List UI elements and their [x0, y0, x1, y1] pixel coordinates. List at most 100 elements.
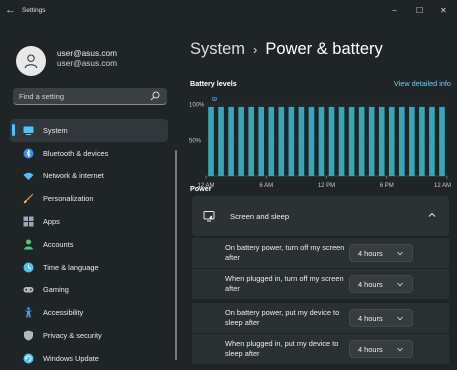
power-setting-label: When plugged in, turn off my screen afte…	[225, 274, 344, 293]
dropdown-value: 4 hours	[358, 280, 383, 289]
account-subtitle: user@asus.com	[57, 58, 118, 68]
x-tick-label: 12 AM	[434, 183, 451, 189]
timeout-dropdown[interactable]: 4 hours	[349, 244, 413, 262]
timeout-dropdown[interactable]: 4 hours	[349, 340, 413, 358]
avatar[interactable]	[16, 46, 46, 76]
sidebar-item-system[interactable]: System	[10, 119, 168, 142]
chevron-up-icon[interactable]	[427, 210, 437, 220]
sidebar-item-accounts[interactable]: Accounts	[10, 233, 168, 256]
sidebar-item-label: System	[43, 125, 68, 135]
power-setting-label: On battery power, put my device to sleep…	[225, 308, 340, 327]
sidebar-item-bluetooth-and-devices[interactable]: Bluetooth & devices	[10, 142, 168, 165]
x-tick-label: 6 PM	[380, 183, 394, 189]
search-input[interactable]	[19, 90, 149, 102]
battery-bar	[268, 106, 275, 176]
search-icon[interactable]	[150, 91, 160, 101]
sidebar: user@asus.com user@asus.com System Blueto…	[0, 24, 177, 364]
apps-icon	[23, 216, 34, 227]
sidebar-item-label: Accessibility	[43, 308, 84, 318]
sidebar-item-label: Personalization	[43, 194, 94, 204]
sidebar-scrollbar[interactable]	[175, 150, 177, 360]
accessibility-icon	[23, 307, 34, 318]
search-box[interactable]	[13, 88, 167, 105]
back-arrow-icon[interactable]: ←	[5, 4, 16, 16]
power-setting-label: When plugged in, put my device to sleep …	[225, 339, 339, 358]
battery-bar	[238, 106, 244, 176]
battery-bar	[318, 106, 325, 176]
sidebar-item-gaming[interactable]: Gaming	[10, 279, 168, 302]
sidebar-item-label: Privacy & security	[43, 331, 102, 341]
close-icon[interactable]: ✕	[440, 6, 447, 15]
shield-icon	[23, 330, 34, 341]
sidebar-item-label: Bluetooth & devices	[43, 148, 109, 158]
battery-bar	[258, 106, 265, 176]
y-tick-label: 100%	[189, 103, 205, 109]
battery-bar	[308, 106, 315, 176]
nav-list: System Bluetooth & devices Network & inter…	[10, 119, 168, 370]
bluetooth-icon	[23, 148, 34, 159]
monitor-icon	[23, 125, 34, 136]
battery-bar	[358, 106, 365, 176]
battery-bar	[419, 106, 425, 176]
timeout-dropdown[interactable]: 4 hours	[349, 275, 413, 293]
chevron-down-icon	[397, 347, 403, 352]
battery-bar	[278, 106, 285, 176]
globe-clock-icon	[23, 262, 34, 273]
battery-level-chart: 100%50%ϖ12 AM 6 AM 12 PM 6 PM 12 AM	[189, 96, 451, 189]
battery-bar	[378, 106, 385, 176]
sidebar-item-label: Gaming	[43, 285, 69, 295]
person-icon	[23, 239, 34, 250]
power-setting-row: When plugged in, turn off my screen afte…	[192, 268, 449, 299]
battery-bar	[388, 106, 395, 176]
person-icon	[24, 54, 38, 69]
sidebar-item-label: Apps	[43, 217, 60, 227]
title-bar: ← Settings − ☐ ✕	[0, 0, 457, 24]
battery-bar	[328, 106, 335, 176]
dropdown-value: 4 hours	[358, 345, 383, 354]
update-icon	[23, 353, 34, 364]
sidebar-item-windows-update[interactable]: Windows Update	[10, 347, 168, 370]
page-title: Power & battery	[265, 40, 383, 58]
battery-bar	[208, 106, 214, 176]
sidebar-item-network-and-internet[interactable]: Network & internet	[10, 165, 168, 188]
battery-bar	[288, 106, 295, 176]
sidebar-item-privacy-and-security[interactable]: Privacy & security	[10, 324, 168, 347]
chevron-down-icon	[397, 316, 403, 321]
dropdown-value: 4 hours	[358, 314, 383, 323]
wifi-icon	[23, 170, 34, 181]
battery-bar	[248, 106, 254, 176]
power-setting-row: When plugged in, put my device to sleep …	[192, 333, 449, 364]
account-email: user@asus.com	[57, 48, 118, 58]
battery-bar	[298, 106, 305, 176]
screen-sleep-icon	[203, 211, 215, 222]
battery-levels-heading: Battery levels	[190, 79, 237, 88]
sidebar-item-apps[interactable]: Apps	[10, 210, 168, 233]
sidebar-item-personalization[interactable]: Personalization	[10, 187, 168, 210]
battery-bar	[338, 106, 345, 176]
battery-bar	[409, 106, 415, 176]
x-tick-label: 6 AM	[259, 183, 273, 189]
active-indicator	[12, 124, 15, 136]
battery-bar	[228, 106, 234, 176]
gamepad-icon	[23, 284, 34, 295]
timeout-dropdown[interactable]: 4 hours	[349, 309, 413, 327]
battery-bar	[348, 106, 355, 176]
power-heading: Power	[190, 184, 212, 193]
screen-and-sleep-header[interactable]: Screen and sleep	[192, 196, 449, 236]
maximize-icon[interactable]: ☐	[416, 6, 423, 15]
battery-bar	[218, 106, 224, 176]
battery-bar	[399, 106, 405, 176]
charging-plug-icon: ϖ	[212, 96, 217, 103]
power-setting-row: On battery power, put my device to sleep…	[192, 302, 449, 333]
breadcrumb-parent[interactable]: System	[190, 40, 245, 58]
chevron-right-icon: ›	[253, 42, 258, 57]
minimize-icon[interactable]: −	[392, 6, 397, 15]
sidebar-item-time-and-language[interactable]: Time & language	[10, 256, 168, 279]
power-setting-row: On battery power, turn off my screen aft…	[192, 237, 449, 268]
screen-and-sleep-title: Screen and sleep	[230, 212, 290, 221]
sidebar-item-accessibility[interactable]: Accessibility	[10, 301, 168, 324]
view-detailed-info-link[interactable]: View detailed info	[394, 79, 451, 88]
power-setting-label: On battery power, turn off my screen aft…	[225, 243, 345, 262]
chevron-down-icon	[397, 251, 403, 256]
battery-bar	[439, 106, 445, 176]
